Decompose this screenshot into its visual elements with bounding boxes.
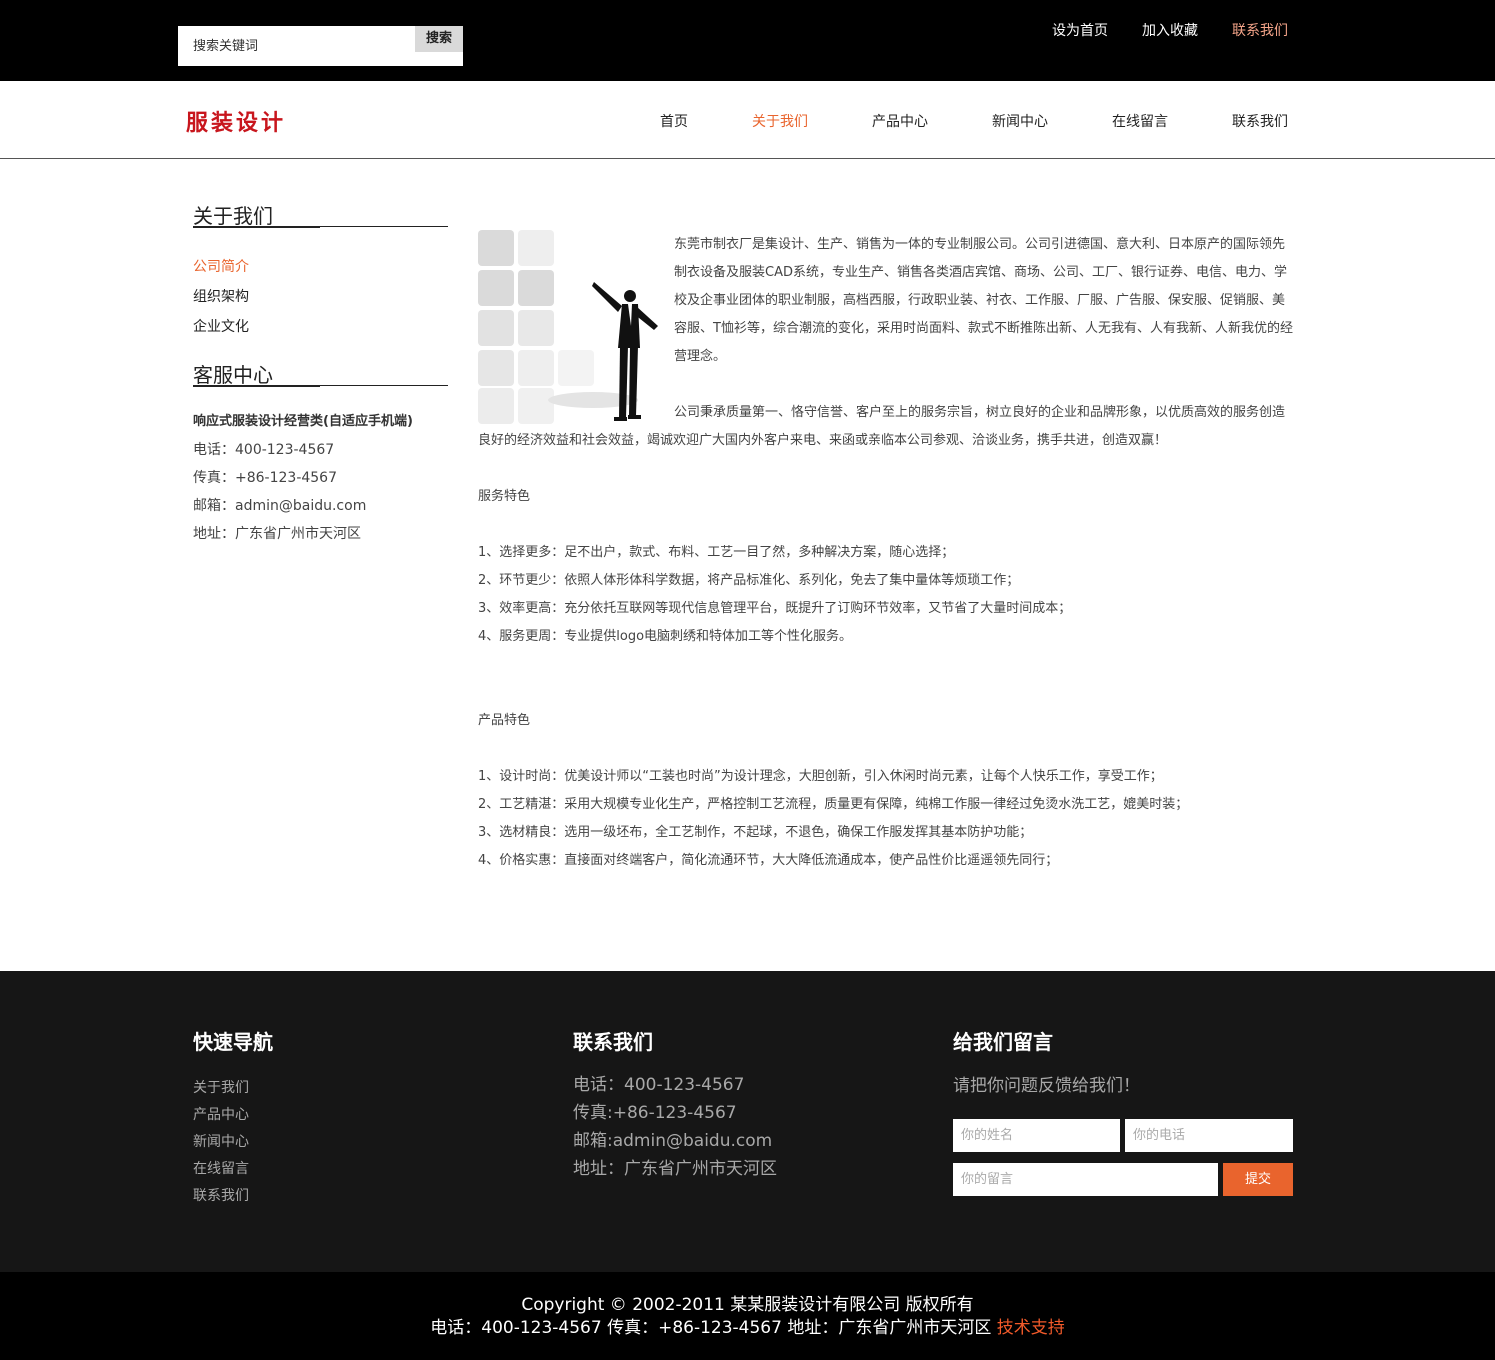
footer-quick-nav: 快速导航 关于我们 产品中心 新闻中心 在线留言 联系我们: [193, 1026, 273, 1210]
service-fax: 传真：+86-123-4567: [193, 470, 337, 486]
service-item: 3、效率更高：充分依托互联网等现代信息管理平台，既提升了订购环节效率，又节省了大…: [478, 601, 1072, 616]
submit-button[interactable]: 提交: [1223, 1163, 1293, 1196]
search-button[interactable]: 搜索: [415, 26, 463, 52]
about-content: 东莞市制衣厂是集设计、生产、销售为一体的专业制服公司。公司引进德国、意大利、日本…: [478, 230, 1293, 875]
nav-item-contact[interactable]: 联系我们: [1206, 111, 1288, 131]
sidebar-item-company-intro[interactable]: 公司简介: [193, 252, 448, 282]
product-item: 1、设计时尚：优美设计师以“工装也时尚”为设计理念，大胆创新，引入休闲时尚元素，…: [478, 769, 1163, 784]
footer-message-prompt: 请把你问题反馈给我们！: [953, 1076, 1140, 1096]
sidebar-service-title: 客服中心: [193, 359, 448, 387]
top-links: 设为首页 加入收藏 联系我们: [1052, 20, 1288, 40]
footer-link-contact[interactable]: 联系我们: [193, 1183, 273, 1210]
product-heading: 产品特色: [478, 713, 531, 728]
sidebar-item-culture[interactable]: 企业文化: [193, 312, 448, 342]
main-nav: 首页 关于我们 产品中心 新闻中心 在线留言 联系我们: [606, 111, 1288, 131]
title-underline: [193, 226, 320, 228]
service-phone: 电话：400-123-4567: [193, 442, 335, 458]
sidebar-about-title: 关于我们: [193, 200, 448, 228]
search-input[interactable]: [178, 26, 415, 66]
footer-email: 邮箱:admin@baidu.com: [573, 1131, 773, 1151]
company-photo: [478, 230, 668, 426]
name-input[interactable]: [953, 1119, 1120, 1152]
businessman-image: [478, 230, 658, 424]
product-item: 3、选材精良：选用一级坯布，全工艺制作，不起球，不退色，确保工作服发挥其基本防护…: [478, 825, 1033, 840]
sidebar-service-info: 响应式服装设计经营类(自适应手机端) 电话：400-123-4567 传真：+8…: [193, 408, 448, 548]
service-item: 2、环节更少：依照人体形体科学数据，将产品标准化、系列化，免去了集中量体等烦琐工…: [478, 573, 1020, 588]
service-heading: 服务特色: [478, 489, 531, 504]
tech-support-link[interactable]: 技术支持: [997, 1318, 1065, 1338]
nav-item-message[interactable]: 在线留言: [1086, 111, 1168, 131]
sidebar-about-title-text: 关于我们: [193, 204, 273, 228]
nav-item-news[interactable]: 新闻中心: [966, 111, 1048, 131]
product-item: 4、价格实惠：直接面对终端客户，简化流通环节，大大降低流通成本，使产品性价比遥遥…: [478, 853, 1059, 868]
sidebar-about-list: 公司简介 组织架构 企业文化: [193, 252, 448, 342]
set-homepage-link[interactable]: 设为首页: [1052, 20, 1108, 40]
footer-fax: 传真:+86-123-4567: [573, 1103, 737, 1123]
add-favorite-link[interactable]: 加入收藏: [1142, 20, 1198, 40]
product-item: 2、工艺精湛：采用大规模专业化生产，严格控制工艺流程，质量更有保障，纯棉工作服一…: [478, 797, 1189, 812]
copyright-bar: Copyright © 2002-2011 某某服装设计有限公司 版权所有 电话…: [0, 1272, 1495, 1360]
sidebar: 关于我们 公司简介 组织架构 企业文化 客服中心 响应式服装设计经营类(自适应手…: [193, 200, 448, 548]
nav-item-about[interactable]: 关于我们: [726, 111, 808, 131]
message-input[interactable]: [953, 1163, 1218, 1196]
nav-item-home[interactable]: 首页: [606, 111, 688, 131]
footer-phone: 电话：400-123-4567: [573, 1075, 745, 1095]
sidebar-item-organization[interactable]: 组织架构: [193, 282, 448, 312]
service-item: 4、服务更周：专业提供logo电脑刺绣和特体加工等个性化服务。: [478, 629, 853, 644]
service-company: 响应式服装设计经营类(自适应手机端): [193, 414, 413, 429]
footer-address: 地址：广东省广州市天河区: [573, 1159, 777, 1179]
contact-us-top-link[interactable]: 联系我们: [1232, 20, 1288, 40]
footer-contact-title: 联系我们: [573, 1030, 653, 1054]
footer-nav-list: 关于我们 产品中心 新闻中心 在线留言 联系我们: [193, 1075, 273, 1210]
service-item: 1、选择更多：足不出户，款式、布料、工艺一目了然，多种解决方案，随心选择；: [478, 545, 955, 560]
footer-message-title: 给我们留言: [953, 1030, 1053, 1054]
service-address: 地址：广东省广州市天河区: [193, 526, 361, 542]
footer-link-products[interactable]: 产品中心: [193, 1102, 273, 1129]
footer: 快速导航 关于我们 产品中心 新闻中心 在线留言 联系我们 联系我们 电话：40…: [0, 971, 1495, 1272]
footer-message-form: 给我们留言 请把你问题反馈给我们！ 提交: [953, 1026, 1293, 1226]
footer-contact: 联系我们 电话：400-123-4567 传真:+86-123-4567 邮箱:…: [573, 1026, 777, 1183]
sidebar-service-title-text: 客服中心: [193, 363, 273, 387]
nav-item-products[interactable]: 产品中心: [846, 111, 928, 131]
footer-link-about[interactable]: 关于我们: [193, 1075, 273, 1102]
footer-link-news[interactable]: 新闻中心: [193, 1129, 273, 1156]
copyright-contact-text: 电话：400-123-4567 传真：+86-123-4567 地址：广东省广州…: [430, 1318, 992, 1338]
title-underline: [193, 385, 320, 387]
site-logo[interactable]: 服装设计: [186, 105, 286, 137]
phone-input[interactable]: [1125, 1119, 1293, 1152]
service-email: 邮箱：admin@baidu.com: [193, 498, 367, 514]
copyright-contact-line: 电话：400-123-4567 传真：+86-123-4567 地址：广东省广州…: [0, 1317, 1495, 1340]
main-header: 服装设计 首页 关于我们 产品中心 新闻中心 在线留言 联系我们: [0, 81, 1495, 159]
top-bar: 搜索 设为首页 加入收藏 联系我们: [0, 0, 1495, 81]
footer-link-message[interactable]: 在线留言: [193, 1156, 273, 1183]
footer-nav-title: 快速导航: [193, 1030, 273, 1054]
copyright-line: Copyright © 2002-2011 某某服装设计有限公司 版权所有: [521, 1295, 974, 1315]
footer-contact-info: 电话：400-123-4567 传真:+86-123-4567 邮箱:admin…: [573, 1071, 777, 1183]
